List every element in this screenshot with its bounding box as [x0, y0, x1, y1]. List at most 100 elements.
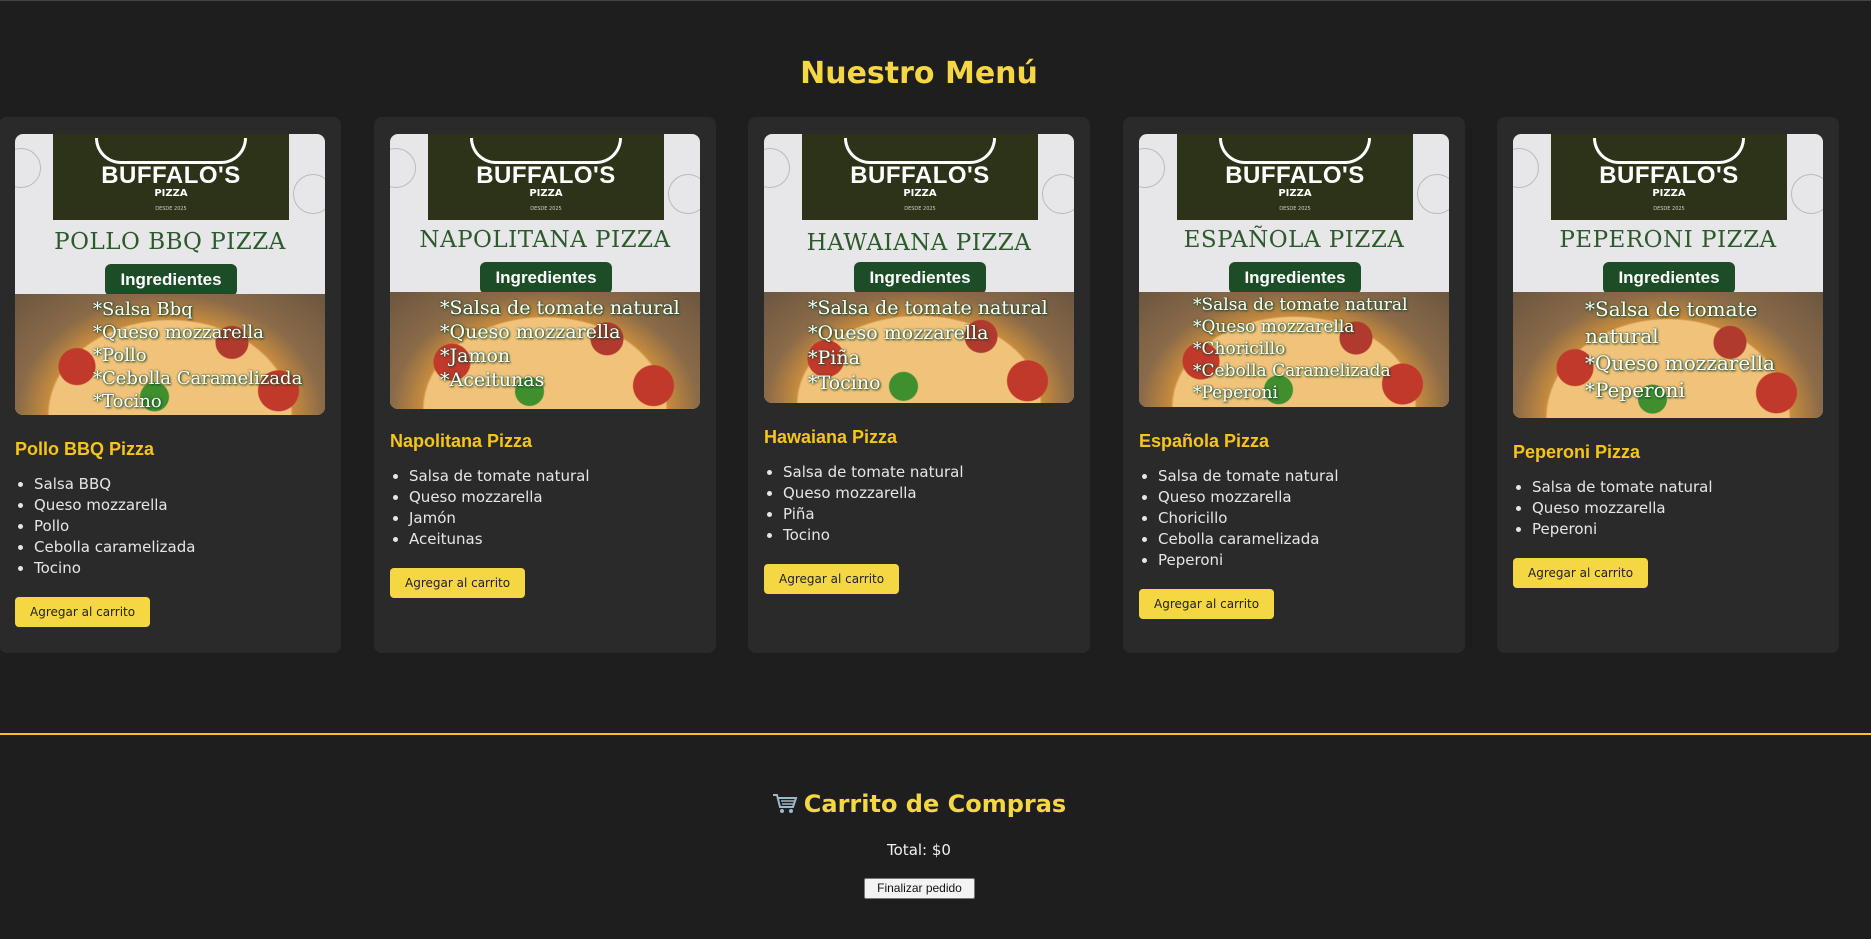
- pizza-title: Hawaiana Pizza: [764, 427, 898, 447]
- image-ingredient-text: *Piña: [808, 347, 860, 369]
- brand-name: BUFFALO'S: [1599, 162, 1739, 189]
- brand-sub: PIZZA: [1278, 188, 1312, 199]
- pizza-doodle-icon: [1513, 148, 1539, 188]
- list-item: Aceitunas: [409, 529, 700, 550]
- ingredient-list: Salsa de tomate naturalQueso mozzarellaP…: [764, 462, 1074, 546]
- brand-name: BUFFALO'S: [850, 162, 990, 189]
- pizza-doodle-icon: [1791, 174, 1823, 214]
- image-ingredient-text: *Salsa de tomate natural: [440, 297, 680, 319]
- pizza-title: Española Pizza: [1139, 431, 1270, 451]
- brand-est: DESDE 2025: [155, 206, 187, 212]
- list-item: Salsa BBQ: [34, 474, 325, 495]
- pizza-card: BUFFALO'S PIZZA DESDE 2025 HAWAIANA PIZZ…: [748, 117, 1090, 653]
- add-to-cart-button[interactable]: Agregar al carrito: [390, 568, 526, 598]
- pizza-card: BUFFALO'S PIZZA DESDE 2025 NAPOLITANA PI…: [374, 117, 716, 653]
- list-item: Queso mozzarella: [34, 495, 325, 516]
- brand-logo: BUFFALO'S PIZZA DESDE 2025: [1551, 134, 1787, 220]
- brand-est: DESDE 2025: [1653, 206, 1685, 212]
- list-item: Salsa de tomate natural: [783, 462, 1074, 483]
- image-ingredients: *Salsa de tomate natural *Queso mozzarell…: [440, 296, 680, 392]
- list-item: Tocino: [783, 525, 1074, 546]
- image-ingredient-text: *Cebolla Caramelizada: [1193, 361, 1391, 381]
- top-border: [0, 0, 1871, 1]
- list-item: Piña: [783, 504, 1074, 525]
- pizza-doodle-icon: [764, 148, 790, 188]
- brand-est: DESDE 2025: [1279, 206, 1311, 212]
- brand-sub: PIZZA: [903, 188, 937, 199]
- list-item: Cebolla caramelizada: [34, 537, 325, 558]
- pizza-doodle-icon: [15, 148, 41, 188]
- pizza-card: BUFFALO'S PIZZA DESDE 2025 ESPAÑOLA PIZZ…: [1123, 117, 1465, 653]
- image-title: NAPOLITANA PIZZA: [419, 227, 671, 253]
- menu-title: Nuestro Menú: [800, 56, 1038, 91]
- brand-logo: BUFFALO'S PIZZA DESDE 2025: [802, 134, 1038, 220]
- image-ingredients: *Salsa Bbq *Queso mozzarella *Pollo *Ceboll…: [93, 298, 302, 413]
- list-item: Salsa de tomate natural: [1532, 477, 1823, 498]
- pizza-card: BUFFALO'S PIZZA DESDE 2025 POLLO BBQ PIZ…: [0, 117, 341, 653]
- pizza-doodle-icon: [293, 174, 325, 214]
- pizza-image: BUFFALO'S PIZZA DESDE 2025 PEPERONI PIZZ…: [1513, 134, 1823, 418]
- list-item: Cebolla caramelizada: [1158, 529, 1449, 550]
- list-item: Choricillo: [1158, 508, 1449, 529]
- image-ingredients: *Salsa de tomate natural *Queso mozzarella…: [1585, 296, 1775, 404]
- pizza-image: BUFFALO'S PIZZA DESDE 2025 ESPAÑOLA PIZZ…: [1139, 134, 1449, 407]
- image-ingredient-text: *Peperoni: [1193, 383, 1278, 403]
- list-item: Salsa de tomate natural: [409, 466, 700, 487]
- add-to-cart-button[interactable]: Agregar al carrito: [764, 564, 900, 594]
- image-ingredient-text: *Queso mozzarella: [1193, 317, 1355, 337]
- pizza-title: Pollo BBQ Pizza: [15, 439, 155, 459]
- pizza-doodle-icon: [1417, 174, 1449, 214]
- pizza-doodle-icon: [390, 148, 416, 188]
- image-ingredient-text: *Salsa Bbq: [93, 299, 193, 320]
- checkout-button[interactable]: Finalizar pedido: [864, 878, 975, 899]
- brand-name: BUFFALO'S: [1225, 162, 1365, 189]
- bull-horns-icon: [1593, 138, 1745, 164]
- pizza-title: Napolitana Pizza: [390, 431, 533, 451]
- image-ingredient-text: *Peperoni: [1585, 378, 1685, 402]
- brand-name: BUFFALO'S: [101, 162, 241, 189]
- cart-total: Total: $0: [887, 841, 951, 859]
- pizza-image: BUFFALO'S PIZZA DESDE 2025 HAWAIANA PIZZ…: [764, 134, 1074, 403]
- pizza-image: BUFFALO'S PIZZA DESDE 2025 POLLO BBQ PIZ…: [15, 134, 325, 415]
- pizza-image: BUFFALO'S PIZZA DESDE 2025 NAPOLITANA PI…: [390, 134, 700, 409]
- image-ingredient-text: *Salsa de tomate natural: [808, 297, 1048, 319]
- list-item: Salsa de tomate natural: [1158, 466, 1449, 487]
- cart-title-text: Carrito de Compras: [803, 790, 1067, 818]
- image-ingredient-text: *Cebolla Caramelizada: [93, 368, 303, 389]
- image-ingredient-text: *Choricillo: [1193, 339, 1286, 359]
- shopping-cart-icon: [772, 792, 798, 814]
- bull-horns-icon: [470, 138, 622, 164]
- image-ingredient-text: *Salsa de tomate natural: [1193, 295, 1408, 315]
- brand-sub: PIZZA: [1652, 188, 1686, 199]
- image-ingredient-text: *Queso mozzarella: [93, 322, 264, 343]
- add-to-cart-button[interactable]: Agregar al carrito: [1139, 589, 1275, 619]
- image-ingredient-text: *Tocino: [93, 391, 162, 412]
- image-ingredients: *Salsa de tomate natural *Queso mozzarell…: [808, 296, 1048, 396]
- image-ingredient-text: *Aceitunas: [440, 369, 545, 391]
- pizza-doodle-icon: [668, 174, 700, 214]
- brand-logo: BUFFALO'S PIZZA DESDE 2025: [1177, 134, 1413, 220]
- pizza-doodle-icon: [1042, 174, 1074, 214]
- brand-est: DESDE 2025: [904, 206, 936, 212]
- bull-horns-icon: [844, 138, 996, 164]
- ingredients-badge: Ingredientes: [480, 262, 612, 294]
- list-item: Peperoni: [1158, 550, 1449, 571]
- bull-horns-icon: [1219, 138, 1371, 164]
- image-title: POLLO BBQ PIZZA: [54, 229, 286, 255]
- brand-name: BUFFALO'S: [476, 162, 616, 189]
- pizza-card: BUFFALO'S PIZZA DESDE 2025 PEPERONI PIZZ…: [1497, 117, 1839, 653]
- list-item: Queso mozzarella: [409, 487, 700, 508]
- ingredients-badge: Ingredientes: [1603, 262, 1735, 294]
- add-to-cart-button[interactable]: Agregar al carrito: [1513, 558, 1649, 588]
- list-item: Jamón: [409, 508, 700, 529]
- brand-est: DESDE 2025: [530, 206, 562, 212]
- ingredients-badge: Ingredientes: [105, 264, 237, 296]
- brand-sub: PIZZA: [529, 188, 563, 199]
- image-ingredient-text: *Queso mozzarella: [808, 322, 989, 344]
- brand-sub: PIZZA: [154, 188, 188, 199]
- add-to-cart-button[interactable]: Agregar al carrito: [15, 597, 151, 627]
- pizza-title: Peperoni Pizza: [1513, 442, 1641, 462]
- image-ingredient-text: natural: [1585, 324, 1659, 348]
- list-item: Queso mozzarella: [1532, 498, 1823, 519]
- image-title: HAWAIANA PIZZA: [806, 230, 1032, 256]
